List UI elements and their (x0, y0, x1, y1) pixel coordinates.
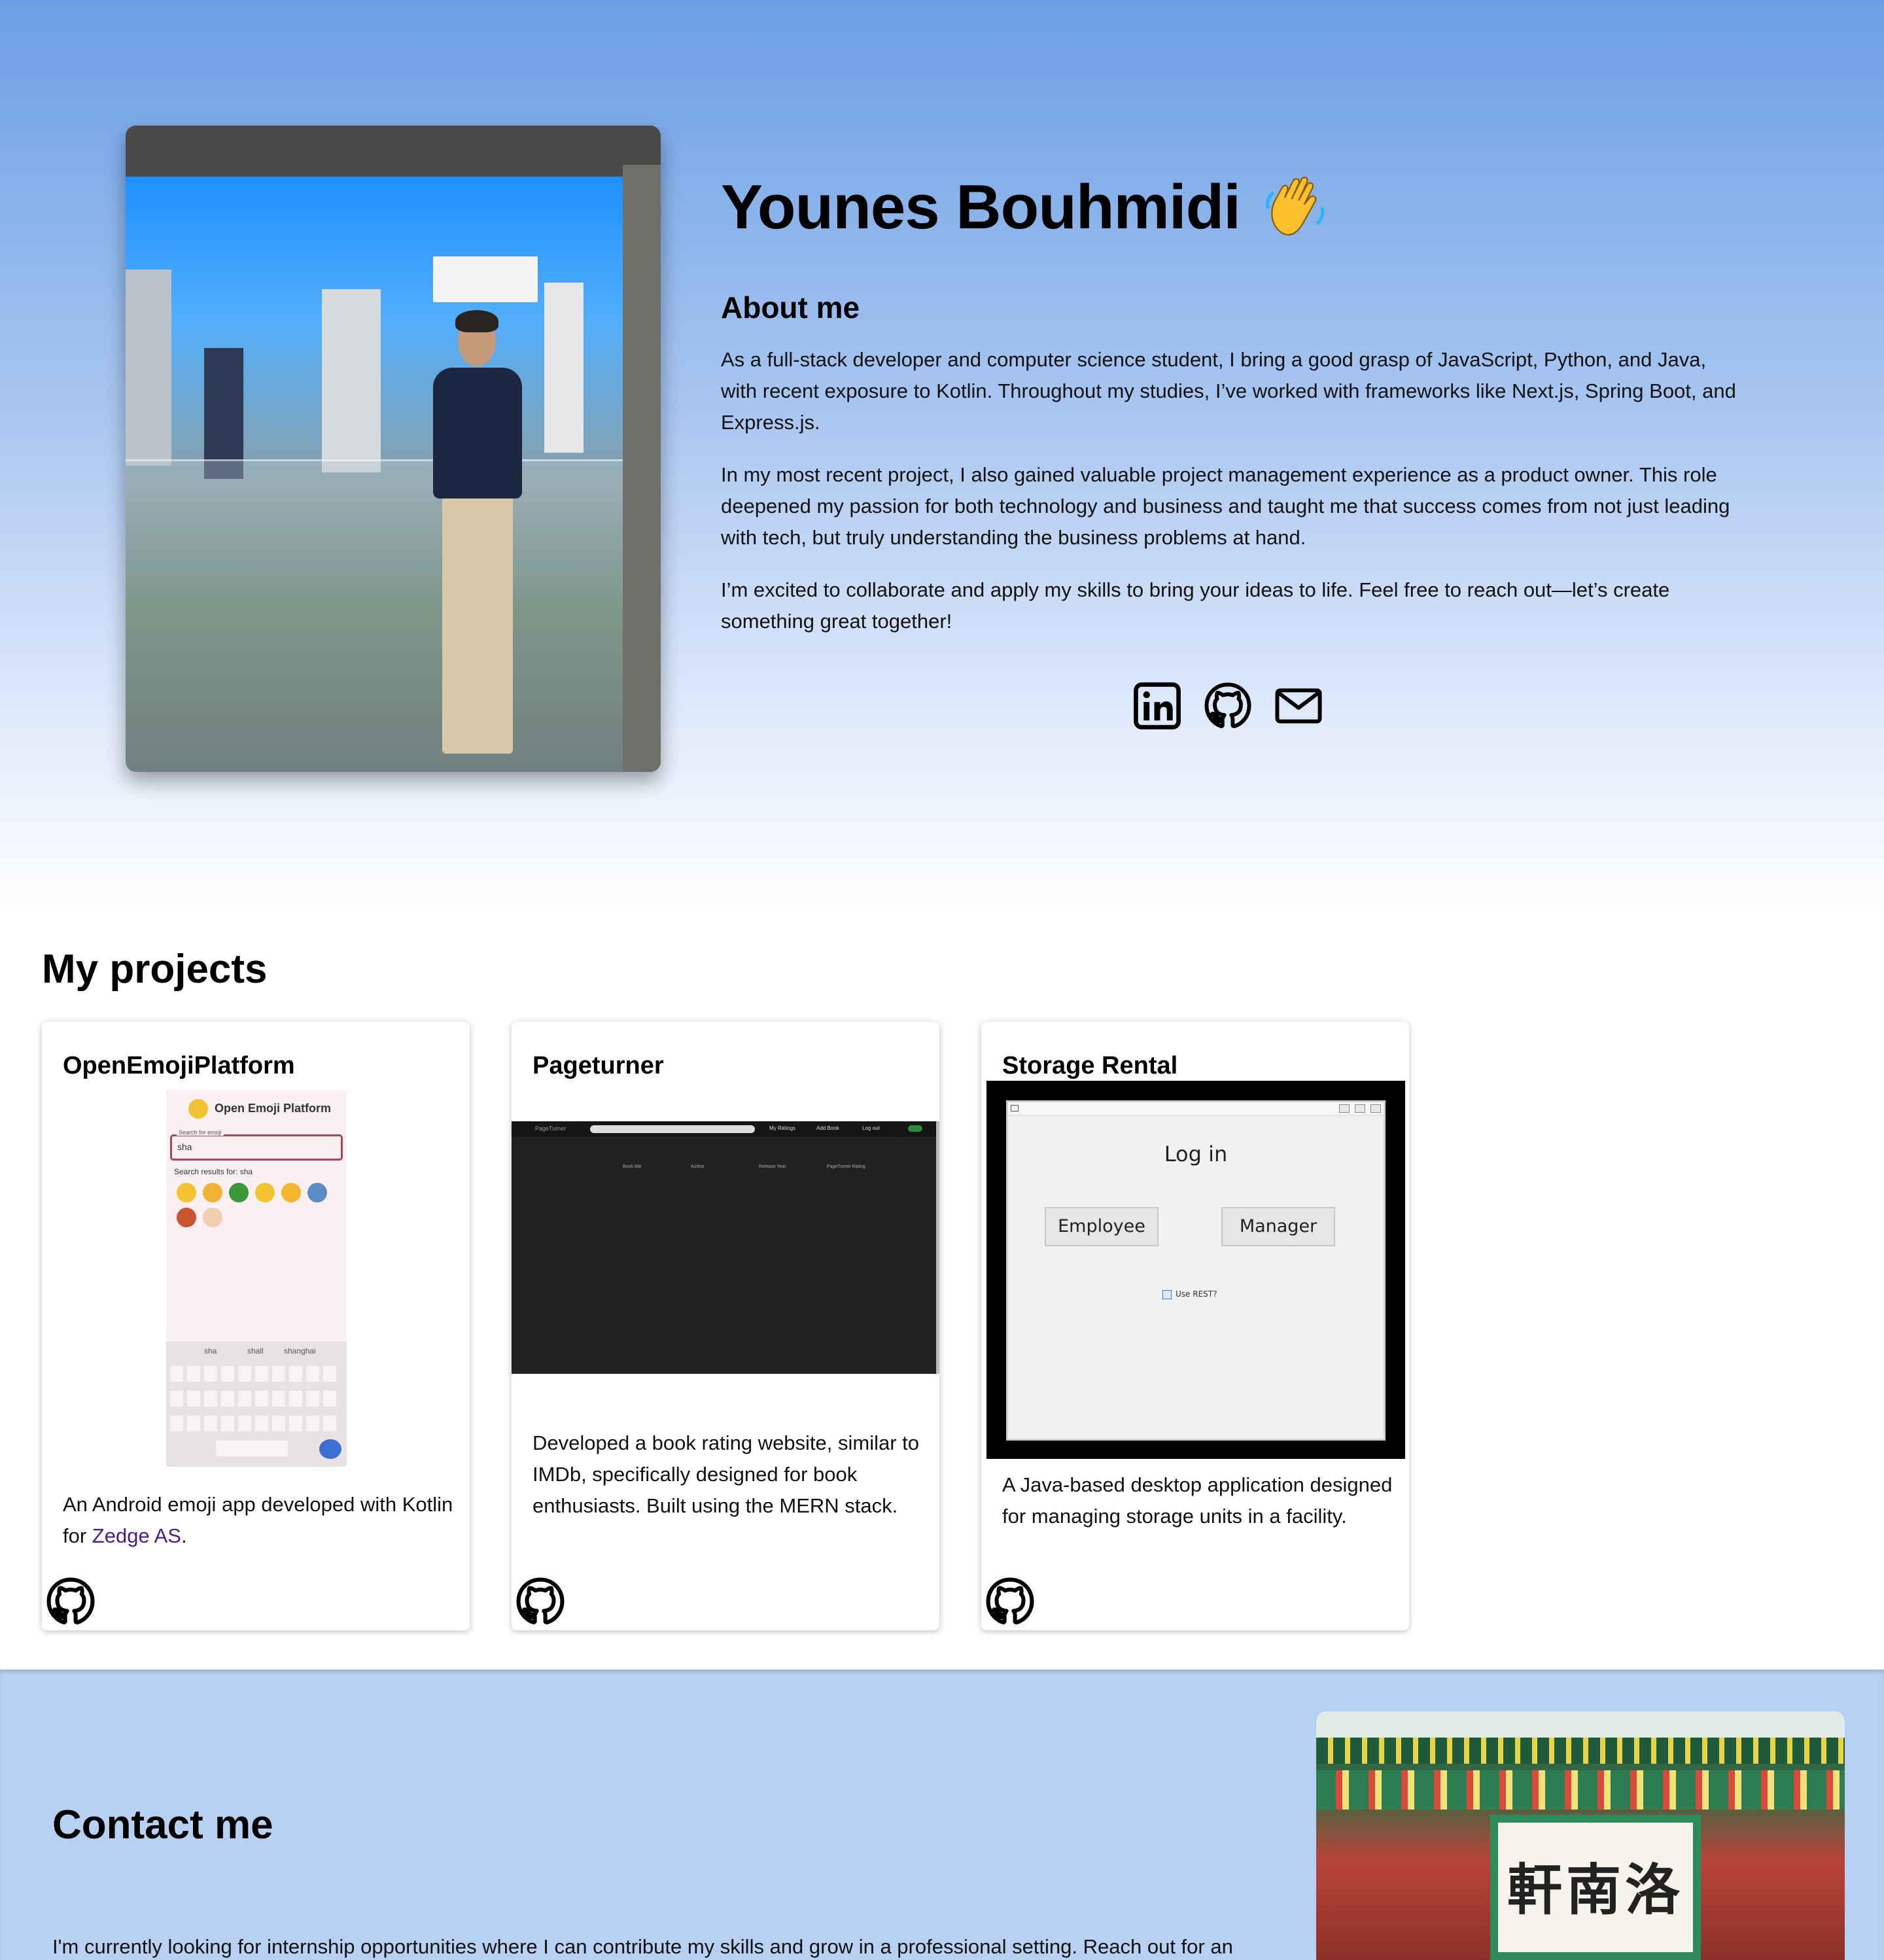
github-icon[interactable] (985, 1577, 1035, 1626)
screenshot-column-header: Author (691, 1164, 705, 1169)
project-description: Developed a book rating website, similar… (532, 1431, 920, 1517)
emoji-result-icon (281, 1183, 301, 1202)
photo-glass-railing (126, 459, 623, 772)
photo-eaves (1316, 1738, 1845, 1764)
profile-photo (126, 126, 661, 772)
screenshot-column-header: Release Year (759, 1164, 786, 1169)
projects-heading: My projects (42, 947, 268, 992)
close-icon (1370, 1104, 1381, 1113)
about-heading: About me (721, 290, 860, 324)
photo-roof (1316, 1711, 1845, 1738)
project-title: OpenEmojiPlatform (63, 1052, 295, 1079)
project-screenshot: Open Emoji Platform Search for emoji sha… (166, 1090, 347, 1467)
photo-building (544, 283, 584, 453)
name-row: Younes Bouhmidi (721, 171, 1741, 243)
photo-ceiling (126, 126, 661, 177)
screenshot-manager-button: Manager (1221, 1207, 1335, 1246)
photo-signboard: 軒南洛 (1490, 1815, 1701, 1960)
screenshot-titlebar (1008, 1102, 1384, 1115)
social-links (1133, 682, 1323, 730)
page-title: Younes Bouhmidi (721, 172, 1241, 242)
project-screenshot: Log in Employee Manager Use REST? (986, 1081, 1405, 1459)
emoji-result-icon (177, 1208, 196, 1227)
screenshot-employee-button: Employee (1045, 1207, 1159, 1246)
project-description: A Java-based desktop application designe… (1002, 1473, 1393, 1528)
photo-building (322, 289, 381, 472)
contact-text: I'm currently looking for internship opp… (52, 1935, 1233, 1958)
screenshot-checkbox-label: Use REST? (1176, 1289, 1217, 1299)
screenshot-checkbox: Use REST? (1162, 1289, 1217, 1299)
screenshot-keyboard: sha shall shanghai (166, 1341, 347, 1467)
photo-person (442, 492, 513, 754)
screenshot-nav-item: Log out (862, 1125, 880, 1131)
maximize-icon (1355, 1104, 1365, 1113)
emoji-result-icon (255, 1183, 275, 1202)
photo-building (126, 270, 171, 466)
screenshot-search-value: sha (177, 1142, 192, 1152)
contact-photo: 軒南洛 (1316, 1711, 1845, 1960)
emoji-result-icon (229, 1183, 249, 1202)
screenshot-app-title: Open Emoji Platform (215, 1102, 332, 1115)
project-title: Pageturner (532, 1052, 664, 1079)
checkbox-icon (1162, 1289, 1172, 1299)
github-icon[interactable] (1204, 682, 1252, 730)
photo-person (455, 310, 498, 332)
keyboard-spacebar (216, 1441, 288, 1456)
screenshot-column-header: Book title (623, 1164, 642, 1169)
window-icon (1011, 1105, 1019, 1111)
keyboard-row (170, 1366, 340, 1382)
github-icon[interactable] (515, 1577, 565, 1626)
hero-section: Younes Bouhmidi About me As a full-stack… (0, 0, 1884, 916)
keyboard-enter-icon (319, 1439, 341, 1459)
keyboard-row (170, 1416, 340, 1431)
project-card-openemojiplatform: OpenEmojiPlatform Open Emoji Platform Se… (42, 1022, 470, 1630)
emoji-result-icon (307, 1183, 327, 1202)
emoji-result-icon (203, 1208, 222, 1227)
project-description: An Android emoji app developed with Kotl… (63, 1489, 455, 1552)
hero-text: Younes Bouhmidi About me As a full-stack… (721, 171, 1741, 637)
screenshot-results-label: Search results for: sha (174, 1167, 253, 1176)
keyboard-suggestion: shall (247, 1346, 264, 1356)
emoji-result-icon (203, 1183, 222, 1202)
about-paragraph: As a full-stack developer and computer s… (721, 348, 1736, 434)
project-card-pageturner: Pageturner PageTurner My Ratings Add Boo… (512, 1022, 939, 1630)
project-screenshot: PageTurner My Ratings Add Book Log out B… (512, 1121, 939, 1374)
github-icon[interactable] (46, 1577, 96, 1626)
screenshot-navbar: PageTurner My Ratings Add Book Log out (512, 1121, 936, 1137)
photo-person (433, 368, 522, 499)
emoji-result-icon (177, 1183, 196, 1202)
screenshot-app-title: PageTurner (535, 1125, 567, 1132)
project-description-text: . (181, 1524, 187, 1547)
project-card-storage-rental: Storage Rental Log in Employee Manager U… (981, 1022, 1409, 1630)
contact-heading: Contact me (52, 1802, 273, 1847)
keyboard-suggestion: sha (204, 1346, 217, 1356)
zedge-link[interactable]: Zedge AS (92, 1524, 181, 1547)
app-logo-icon (188, 1099, 208, 1119)
screenshot-search-label: Search for emoji (177, 1129, 224, 1136)
minimize-icon (1339, 1104, 1350, 1113)
keyboard-suggestion: shanghai (284, 1346, 316, 1356)
screenshot-heading: Log in (1164, 1142, 1228, 1166)
screenshot-search-field: sha (170, 1134, 343, 1161)
signboard-text: 軒南洛 (1507, 1857, 1684, 1922)
screenshot-search-field (590, 1125, 755, 1133)
keyboard-row (170, 1391, 340, 1407)
screenshot-window: Log in Employee Manager Use REST? (1006, 1100, 1386, 1441)
screenshot-nav-item: My Ratings (769, 1125, 796, 1131)
mail-icon[interactable] (1274, 682, 1323, 730)
photo-dancheong (1316, 1770, 1845, 1810)
waving-hand-icon (1265, 177, 1325, 236)
screenshot-column-header: PageTurner Rating (827, 1164, 865, 1169)
contact-section: Contact me I'm currently looking for int… (0, 1670, 1884, 1960)
photo-pillar (623, 165, 661, 772)
photo-billboard (433, 256, 538, 302)
screenshot-nav-item: Add Book (816, 1125, 839, 1131)
linkedin-icon[interactable] (1133, 682, 1181, 730)
about-paragraph: In my most recent project, I also gained… (721, 463, 1730, 549)
screenshot-toggle (908, 1125, 922, 1132)
about-paragraph: I’m excited to collaborate and apply my … (721, 578, 1670, 633)
